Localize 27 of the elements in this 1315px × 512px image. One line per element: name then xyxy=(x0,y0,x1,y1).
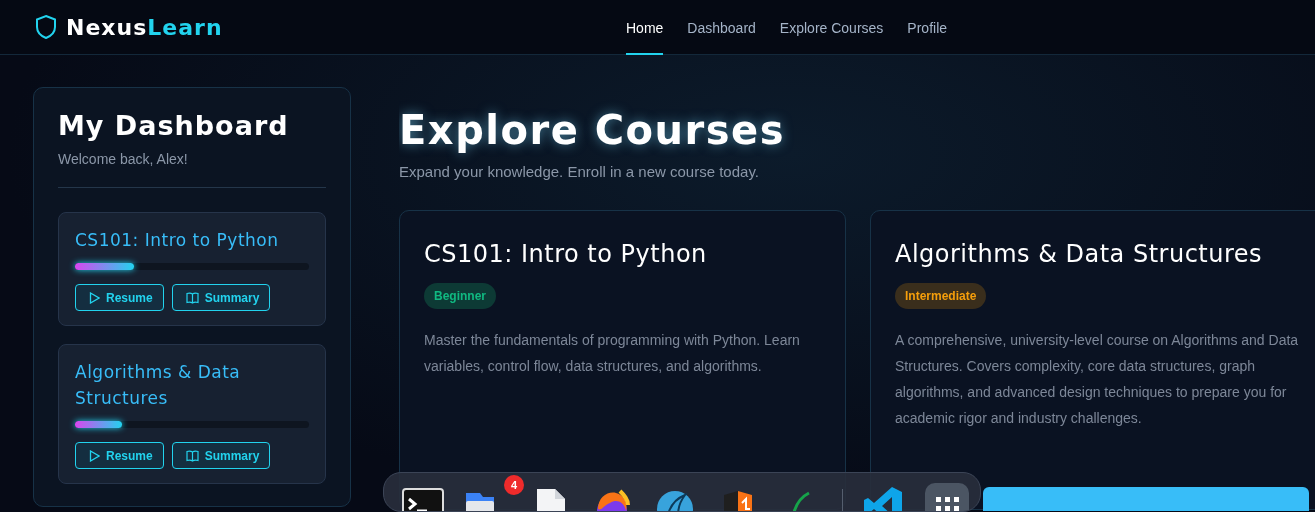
nav-link[interactable]: Explore Courses xyxy=(779,0,884,55)
book-icon xyxy=(185,449,199,462)
notification-badge: 4 xyxy=(504,475,524,495)
course-description: Master the fundamentals of programming with Python. Learn variables, control flow, data structures, and algorithms. xyxy=(424,331,801,376)
course-title: Algorithms & Data Structures xyxy=(895,239,1264,270)
sidebar-title: My Dashboard xyxy=(58,110,290,141)
summary-button[interactable]: Summary xyxy=(171,442,271,469)
summary-button[interactable]: Summary xyxy=(171,284,271,311)
nav-link[interactable]: Profile xyxy=(907,0,948,55)
nav-link[interactable]: Home xyxy=(626,0,664,55)
resume-button[interactable]: Resume xyxy=(75,284,164,311)
resume-button[interactable]: Resume xyxy=(75,442,164,469)
course-title: CS101: Intro to Python xyxy=(424,239,708,270)
welcome-text: Welcome back, Alex! xyxy=(58,151,326,188)
nav-link[interactable]: Dashboard xyxy=(687,0,756,55)
difficulty-tag: Beginner xyxy=(424,283,496,309)
difficulty-tag: Intermediate xyxy=(895,283,987,309)
play-icon xyxy=(89,291,100,304)
shield-icon xyxy=(34,14,58,40)
page-subtitle: Expand your knowledge. Enroll in a new course today. xyxy=(399,163,760,180)
book-icon xyxy=(185,291,199,304)
course-description: A comprehensive, university-level course on Algorithms and Data Structures. Covers complexity, core data structures, graph algorithms, and advanced design techniques to prepare you for academic rigor and industry challenges. xyxy=(895,331,1300,428)
play-icon xyxy=(89,449,100,462)
brand-logo[interactable]: NexusLearn xyxy=(66,14,223,40)
page-title: Explore Courses xyxy=(399,107,786,153)
course-title[interactable]: CS101: Intro to Python xyxy=(75,227,309,253)
course-title[interactable]: Algorithms & Data Structures xyxy=(75,359,309,411)
